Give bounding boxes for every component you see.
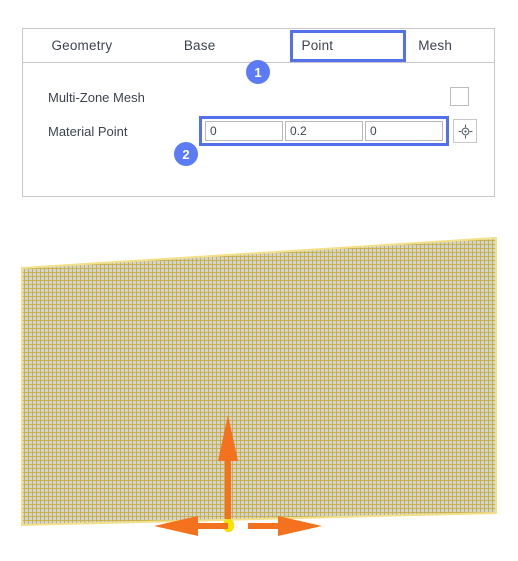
multizone-mesh-label: Multi-Zone Mesh: [48, 89, 145, 105]
material-point-row: Material Point: [23, 116, 494, 146]
tab-mesh-label: Mesh: [418, 38, 453, 53]
mesh-plane: [22, 238, 496, 525]
material-point-label: Material Point: [48, 123, 128, 139]
crosshair-target-icon: [458, 124, 472, 138]
pick-point-button[interactable]: [453, 119, 477, 143]
material-point-x-input[interactable]: [205, 121, 283, 141]
step-badge-1-number: 1: [254, 64, 262, 80]
material-point-y-input[interactable]: [285, 121, 363, 141]
tab-point-label: Point: [301, 38, 334, 53]
material-point-coordinate-group: [199, 116, 449, 146]
tab-geometry-label: Geometry: [51, 38, 113, 53]
multizone-mesh-row: Multi-Zone Mesh: [23, 84, 494, 110]
arrow-right-icon: [248, 516, 322, 536]
step-badge-1: 1: [246, 60, 270, 84]
mesh-viewport[interactable]: [0, 205, 518, 561]
tab-bar: Geometry Base Point Mesh: [23, 29, 494, 63]
tab-mesh[interactable]: Mesh: [376, 29, 494, 62]
tab-geometry[interactable]: Geometry: [23, 29, 141, 62]
arrow-up-icon: [218, 415, 238, 519]
settings-panel: Geometry Base Point Mesh Multi-Zone Mesh…: [22, 28, 495, 197]
tab-base[interactable]: Base: [141, 29, 259, 62]
step-badge-2-number: 2: [182, 146, 190, 162]
multizone-mesh-checkbox[interactable]: [450, 87, 469, 106]
step-badge-2: 2: [174, 142, 198, 166]
material-point-z-input[interactable]: [365, 121, 443, 141]
tab-point[interactable]: Point: [259, 29, 377, 62]
arrow-left-icon: [154, 516, 228, 536]
tab-base-label: Base: [183, 38, 216, 53]
